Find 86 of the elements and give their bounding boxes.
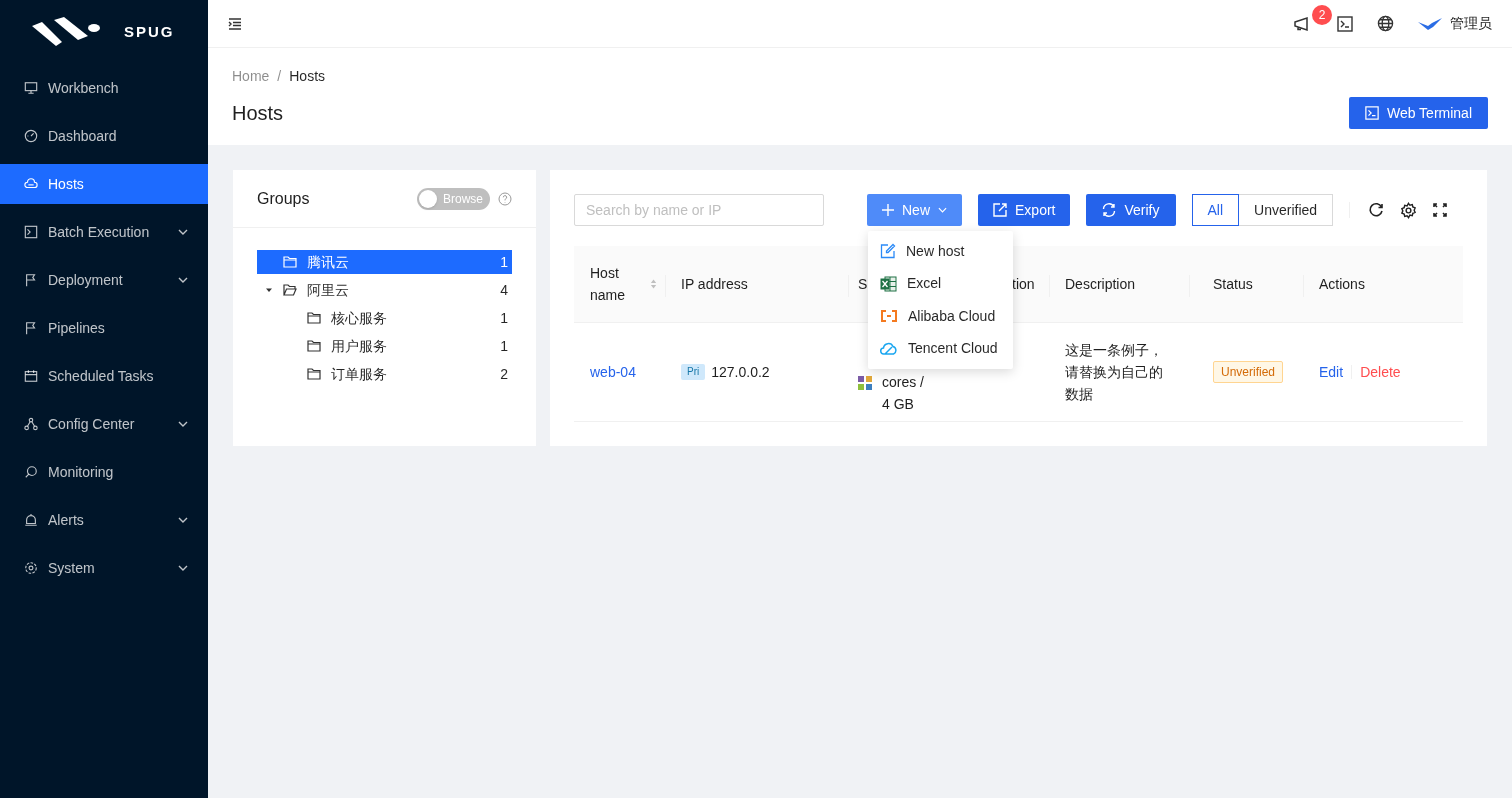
chevron-down-icon <box>178 421 188 427</box>
settings-icon[interactable] <box>1400 201 1418 219</box>
tree-item[interactable]: 核心服务 1 <box>257 306 512 330</box>
column-header: Description <box>1065 275 1136 294</box>
calendar-icon <box>24 369 38 383</box>
breadcrumb-current: Hosts <box>289 67 326 86</box>
sync-icon <box>1102 203 1117 217</box>
column-header[interactable]: Host name <box>590 262 650 306</box>
filter-tab[interactable]: All <box>1191 194 1240 226</box>
search-field[interactable]: Search by name or IP <box>574 194 824 226</box>
logo-text: SPUG <box>124 21 175 42</box>
sidebar-item[interactable]: System <box>0 548 208 588</box>
terminal-icon <box>1364 106 1379 120</box>
spec-text: 4 GB <box>882 394 915 414</box>
ip-address: 127.0.0.2 <box>711 362 770 382</box>
chevron-down-icon <box>178 229 188 235</box>
host-name-link[interactable]: web-04 <box>590 361 636 383</box>
notification-badge: 2 <box>1312 4 1332 25</box>
menu-icon[interactable] <box>228 16 242 31</box>
flag-icon <box>24 321 38 335</box>
tree-item[interactable]: 用户服务 1 <box>257 334 512 358</box>
sidebar-item[interactable]: Scheduled Tasks <box>0 356 208 396</box>
sidebar-item[interactable]: Alerts <box>0 500 208 540</box>
menu-item[interactable]: New host <box>868 235 1013 268</box>
tree-item[interactable]: 腾讯云 1 <box>257 250 512 274</box>
sidebar-item[interactable]: Hosts <box>0 164 208 204</box>
spec-text: cores / <box>882 372 924 392</box>
search-icon <box>24 465 38 479</box>
terminal-icon[interactable] <box>1337 15 1353 32</box>
os-logo-icon <box>858 375 872 390</box>
column-header: Status <box>1213 275 1253 294</box>
status-tag: Unverified <box>1213 361 1284 383</box>
folder-icon <box>307 340 321 352</box>
menu-item[interactable]: Excel <box>868 267 1013 300</box>
spreadsheet-icon <box>880 275 897 292</box>
globe-icon[interactable] <box>1377 15 1394 32</box>
filter-tab[interactable]: Unverified <box>1238 194 1334 226</box>
groups-title: Groups <box>257 188 311 209</box>
edit-link[interactable]: Edit <box>1319 361 1344 383</box>
sidebar-item[interactable]: Monitoring <box>0 452 208 492</box>
bracket-logo-icon <box>880 310 898 323</box>
menu-item[interactable]: Alibaba Cloud <box>868 300 1013 333</box>
menu-item[interactable]: Tencent Cloud <box>868 332 1013 365</box>
flag-icon <box>24 273 38 287</box>
monitor-icon <box>24 81 38 95</box>
bell-icon <box>24 513 38 527</box>
cloud-icon <box>24 177 38 191</box>
nodes-icon <box>24 417 38 431</box>
tree-item[interactable]: 订单服务 2 <box>257 362 512 386</box>
terminal-icon <box>24 225 38 239</box>
column-header: S <box>858 275 868 294</box>
cloud-icon <box>880 342 898 356</box>
fullscreen-icon[interactable] <box>1433 203 1448 217</box>
export-icon <box>993 203 1007 217</box>
page-title: Hosts <box>232 101 284 126</box>
sidebar-item[interactable]: Deployment <box>0 260 208 300</box>
sidebar-item[interactable]: Pipelines <box>0 308 208 348</box>
verify-button[interactable]: Verify <box>1086 194 1176 226</box>
web-terminal-button[interactable]: Web Terminal <box>1348 97 1488 129</box>
folder-icon <box>283 284 297 296</box>
chevron-down-icon <box>178 565 188 571</box>
refresh-icon[interactable] <box>1368 202 1385 218</box>
plus-icon <box>882 204 894 216</box>
sidebar-item[interactable]: Workbench <box>0 68 208 108</box>
sidebar-item[interactable]: Dashboard <box>0 116 208 156</box>
chevron-down-icon <box>938 207 947 213</box>
settings-icon <box>24 561 38 575</box>
gauge-icon <box>24 129 38 143</box>
notification-icon[interactable] <box>1293 14 1311 33</box>
ip-tag: Pri <box>681 364 706 380</box>
column-header: IP address <box>681 275 748 294</box>
chevron-down-icon <box>178 277 188 283</box>
edit-icon <box>880 243 896 260</box>
sidebar-item[interactable]: Config Center <box>0 404 208 444</box>
chevron-down-icon <box>178 517 188 523</box>
folder-icon <box>307 368 321 380</box>
tree-item[interactable]: 阿里云 4 <box>257 278 512 302</box>
description-text: 这是一条例子，请替换为自己的数据 <box>1065 341 1164 404</box>
user-name[interactable]: 管理员 <box>1450 13 1492 34</box>
sidebar-item[interactable]: Batch Execution <box>0 212 208 252</box>
column-header: tion <box>1012 275 1035 294</box>
export-button[interactable]: Export <box>978 194 1071 226</box>
breadcrumb-separator: / <box>277 67 282 86</box>
column-header: Actions <box>1319 275 1365 294</box>
folder-icon <box>307 312 321 324</box>
folder-icon <box>283 256 297 268</box>
